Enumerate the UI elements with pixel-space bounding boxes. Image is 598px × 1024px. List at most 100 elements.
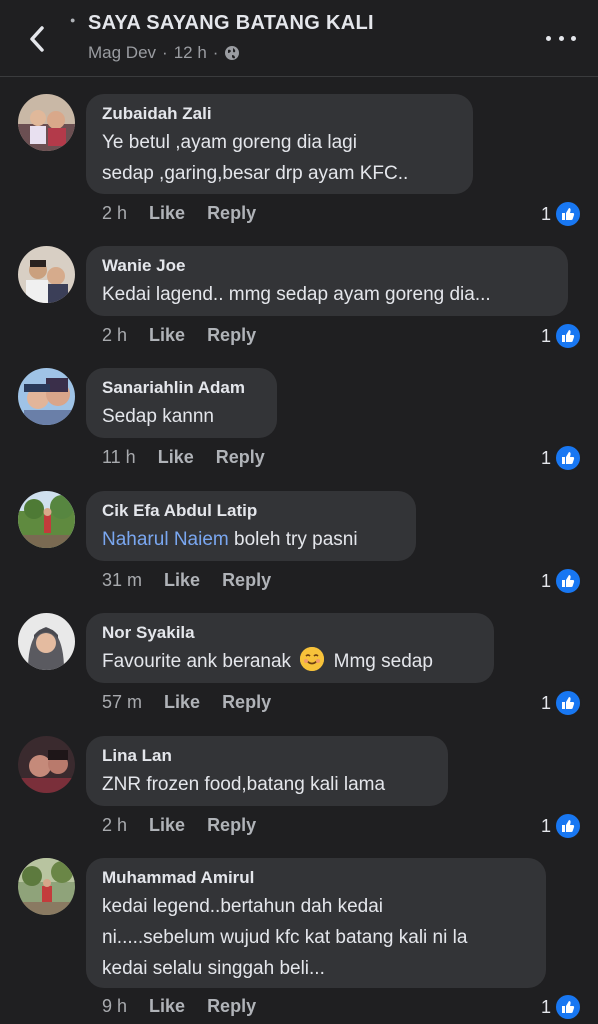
post-subtitle: Mag Dev · 12 h · [88, 43, 240, 63]
mention-link[interactable]: Naharul Naiem [102, 529, 229, 550]
comment-bubble: Wanie Joe Kedai lagend.. mmg sedap ayam … [86, 246, 568, 316]
comment-text: Sedap kannn [102, 406, 214, 427]
comment-text-rest: boleh try pasni [228, 529, 358, 550]
reply-button[interactable]: Reply [207, 203, 256, 224]
comment-bubble: Lina Lan ZNR frozen food,batang kali lam… [86, 736, 448, 806]
comment-text: Naharul Naiem boleh try pasni [102, 524, 400, 555]
thumbs-up-icon [554, 567, 583, 595]
reply-button[interactable]: Reply [207, 815, 256, 836]
comment-time[interactable]: 31 m [102, 570, 142, 591]
thumbs-up-icon [554, 444, 583, 472]
avatar[interactable] [18, 94, 75, 151]
comment-line: kedai legend..bertahun dah kedai [102, 896, 384, 917]
comment-meta: 57 m Like Reply [102, 692, 271, 713]
like-count-value: 1 [541, 692, 552, 713]
comment-author[interactable]: Zubaidah Zali [102, 103, 457, 125]
like-count-value: 1 [541, 570, 552, 591]
avatar[interactable] [18, 491, 75, 548]
comment-text-part: Favourite ank beranak [102, 651, 292, 672]
like-count-value: 1 [541, 325, 552, 346]
comment-bubble: Nor Syakila Favourite ank beranak Mmg se… [86, 613, 494, 683]
reply-button[interactable]: Reply [216, 447, 265, 468]
comment-meta: 9 h Like Reply [102, 996, 256, 1017]
avatar[interactable] [18, 858, 75, 915]
comment-text: kedai legend..bertahun dah kedai ni.....… [102, 891, 530, 984]
reply-button[interactable]: Reply [222, 570, 271, 591]
reply-button[interactable]: Reply [207, 996, 256, 1017]
like-count-value: 1 [541, 815, 552, 836]
comment-line: kedai selalu singgah beli... [102, 958, 325, 979]
more-dot [571, 35, 576, 41]
like-button[interactable]: Like [164, 692, 200, 713]
avatar[interactable] [18, 613, 75, 670]
comment-text: Ye betul ,ayam goreng dia lagi sedap ,ga… [102, 127, 457, 189]
more-dot [558, 35, 564, 41]
comment-time[interactable]: 2 h [102, 815, 127, 836]
post-time[interactable]: 12 h [174, 43, 207, 63]
like-count[interactable]: 1 [541, 444, 583, 472]
like-button[interactable]: Like [149, 996, 185, 1017]
more-dot [546, 35, 551, 41]
like-count[interactable]: 1 [541, 689, 583, 717]
reply-button[interactable]: Reply [207, 325, 256, 346]
comment-text: ZNR frozen food,batang kali lama [102, 774, 386, 795]
comment-meta: 2 h Like Reply [102, 815, 256, 836]
like-count-value: 1 [541, 447, 552, 468]
comment-meta: 11 h Like Reply [102, 447, 265, 468]
like-count-value: 1 [541, 203, 552, 224]
comment-meta: 31 m Like Reply [102, 570, 271, 591]
thumbs-up-icon [554, 200, 583, 228]
comment-line: Ye betul ,ayam goreng dia lagi [102, 132, 357, 153]
comment-text: Kedai lagend.. mmg sedap ayam goreng dia… [102, 284, 491, 305]
post-author[interactable]: Mag Dev [88, 43, 156, 63]
like-button[interactable]: Like [164, 570, 200, 591]
separator-dot: · [212, 43, 219, 62]
comment-author[interactable]: Cik Efa Abdul Latip [102, 500, 400, 522]
like-button[interactable]: Like [149, 325, 185, 346]
comment-time[interactable]: 2 h [102, 203, 127, 224]
reply-button[interactable]: Reply [222, 692, 271, 713]
comment-meta: 2 h Like Reply [102, 325, 256, 346]
comment-time[interactable]: 11 h [102, 447, 136, 468]
comment-author[interactable]: Muhammad Amirul [102, 867, 530, 889]
comment-bubble: Cik Efa Abdul Latip Naharul Naiem boleh … [86, 491, 416, 561]
comment-time[interactable]: 2 h [102, 325, 127, 346]
avatar[interactable] [18, 368, 75, 425]
comment-text-part: Mmg sedap [333, 651, 433, 672]
comment-text: Favourite ank beranak Mmg sedap [102, 646, 478, 677]
like-count[interactable]: 1 [541, 322, 583, 350]
thumbs-up-icon [554, 322, 583, 350]
group-title[interactable]: SAYA SAYANG BATANG KALI [88, 12, 374, 35]
back-button[interactable] [22, 22, 52, 56]
comment-meta: 2 h Like Reply [102, 203, 256, 224]
separator-dot: · [162, 43, 168, 62]
comment-line: sedap ,garing,besar drp ayam KFC.. [102, 163, 409, 184]
chevron-left-icon [30, 26, 44, 52]
comment-time[interactable]: 57 m [102, 692, 142, 713]
avatar[interactable] [18, 736, 75, 793]
like-count-value: 1 [541, 996, 552, 1017]
thumbs-up-icon [554, 812, 583, 840]
comment-author[interactable]: Wanie Joe [102, 255, 552, 277]
comment-author[interactable]: Lina Lan [102, 745, 432, 767]
more-options-button[interactable] [546, 28, 576, 48]
smiling-face-emoji-icon [300, 647, 325, 671]
thumbs-up-icon [554, 689, 583, 717]
group-marker-icon: ● [70, 15, 76, 25]
like-button[interactable]: Like [158, 447, 194, 468]
like-button[interactable]: Like [149, 815, 185, 836]
post-header: ● SAYA SAYANG BATANG KALI Mag Dev · 12 h… [0, 0, 598, 77]
like-count[interactable]: 1 [541, 812, 583, 840]
comment-bubble: Zubaidah Zali Ye betul ,ayam goreng dia … [86, 94, 473, 194]
like-count[interactable]: 1 [541, 993, 583, 1021]
comment-author[interactable]: Sanariahlin Adam [102, 377, 261, 399]
comment-author[interactable]: Nor Syakila [102, 622, 478, 644]
comment-line: ni.....sebelum wujud kfc kat batang kali… [102, 927, 468, 948]
like-button[interactable]: Like [149, 203, 185, 224]
like-count[interactable]: 1 [541, 567, 583, 595]
comment-time[interactable]: 9 h [102, 996, 127, 1017]
comment-bubble: Sanariahlin Adam Sedap kannn [86, 368, 277, 438]
avatar[interactable] [18, 246, 75, 303]
thumbs-up-icon [554, 993, 583, 1021]
like-count[interactable]: 1 [541, 200, 583, 228]
